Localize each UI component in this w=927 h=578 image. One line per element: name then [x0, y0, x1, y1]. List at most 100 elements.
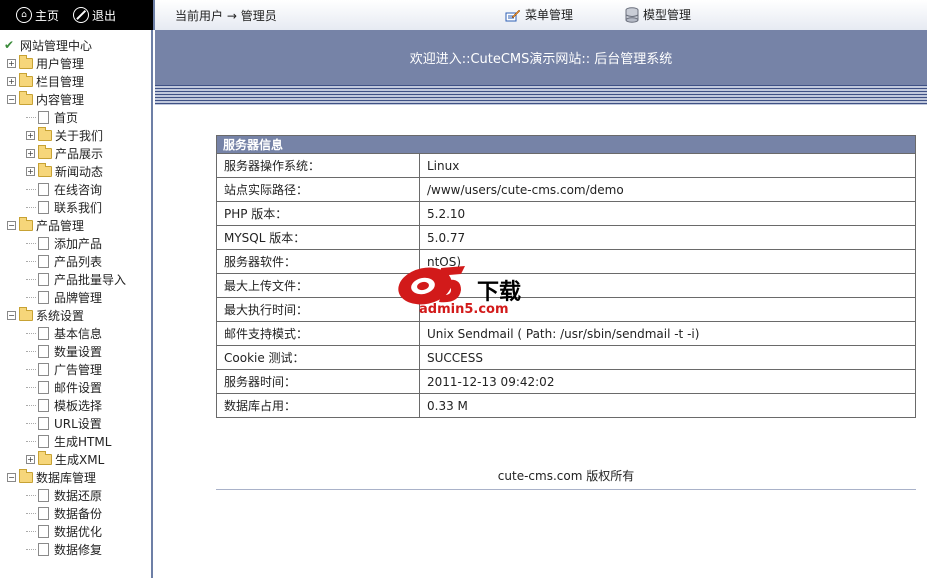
sidebar-item[interactable]: − 数据库管理 [0, 468, 151, 486]
expand-icon[interactable]: + [26, 148, 35, 158]
collapse-icon[interactable]: − [7, 94, 16, 104]
sidebar-item-label: 产品管理 [36, 218, 85, 233]
copyright-footer: cute-cms.com 版权所有 [497, 469, 635, 483]
page-icon [38, 416, 49, 430]
sidebar-item[interactable]: 基本信息 [0, 324, 151, 342]
table-row: 站点实际路径：/www/users/cute-cms.com/demo [216, 177, 916, 202]
sidebar-item[interactable]: − 内容管理 [0, 90, 151, 108]
model-manage-button[interactable]: 模型管理 [625, 6, 691, 23]
sidebar-item[interactable]: − 系统设置 [0, 306, 151, 324]
page-icon [38, 362, 49, 376]
sidebar-item-label: 用户管理 [36, 56, 85, 71]
sidebar-item-label: 数据库管理 [36, 470, 97, 485]
table-row: Cookie 测试： SUCCESS [216, 345, 916, 370]
sidebar-item[interactable]: 添加产品 [0, 234, 151, 252]
sidebar-item[interactable]: + 新闻动态 [0, 162, 151, 180]
sidebar-item[interactable]: 邮件设置 [0, 378, 151, 396]
username: 管理员 [240, 9, 277, 23]
expand-icon[interactable]: + [26, 166, 35, 176]
folder-icon [19, 72, 33, 87]
page-icon [38, 344, 49, 358]
sidebar-item-label: 添加产品 [54, 236, 103, 251]
sidebar-item[interactable]: 产品批量导入 [0, 270, 151, 288]
sidebar-item[interactable]: + 产品展示 [0, 144, 151, 162]
expand-icon[interactable]: + [26, 130, 35, 140]
tree-connector [26, 188, 36, 190]
welcome-text: 欢迎进入::CuteCMS演示网站:: 后台管理系统 [409, 52, 673, 67]
sidebar-item[interactable]: 首页 [0, 108, 151, 126]
tree-connector [26, 368, 36, 370]
tree-connector [26, 548, 36, 550]
page-icon [38, 200, 49, 214]
sidebar-item[interactable]: 品牌管理 [0, 288, 151, 306]
page-icon [38, 506, 49, 520]
tree-root[interactable]: ✔ 网站管理中心 [0, 36, 151, 54]
sidebar-item[interactable]: 数量设置 [0, 342, 151, 360]
tree-connector [26, 530, 36, 532]
model-manage-label: 模型管理 [643, 8, 692, 22]
folder-icon [38, 162, 52, 177]
sidebar-item[interactable]: + 用户管理 [0, 54, 151, 72]
sidebar-item-label: 联系我们 [54, 200, 103, 215]
collapse-icon[interactable]: − [7, 220, 16, 230]
info-key: 服务器操作系统： [216, 153, 420, 178]
info-value [419, 273, 916, 298]
sidebar-item[interactable]: 模板选择 [0, 396, 151, 414]
tree-connector [26, 494, 36, 496]
arrow-icon: → [226, 9, 237, 23]
tree-connector [26, 386, 36, 388]
sidebar-item[interactable]: − 产品管理 [0, 216, 151, 234]
page-icon [38, 272, 49, 286]
page-icon [38, 488, 49, 502]
tree-connector [26, 242, 36, 244]
expand-icon[interactable]: + [26, 454, 35, 464]
home-link[interactable]: ⌂ 主页 [16, 7, 59, 24]
sidebar-item-label: 首页 [54, 110, 79, 125]
sidebar-item[interactable]: + 生成XML [0, 450, 151, 468]
collapse-icon[interactable]: − [7, 310, 16, 320]
sidebar-item[interactable]: 数据还原 [0, 486, 151, 504]
sidebar-item[interactable]: 广告管理 [0, 360, 151, 378]
sidebar-item[interactable]: URL设置 [0, 414, 151, 432]
tree-root-label: 网站管理中心 [20, 38, 93, 53]
sidebar-item[interactable]: 产品列表 [0, 252, 151, 270]
sidebar-item[interactable]: 数据优化 [0, 522, 151, 540]
info-key: 最大执行时间： [216, 297, 420, 322]
expand-icon[interactable]: + [7, 58, 16, 68]
tree-connector [26, 512, 36, 514]
info-key: 最大上传文件： [216, 273, 420, 298]
server-info-table: 服务器信息 服务器操作系统： Linux 站点实际路径：/www/users/cut… [216, 135, 916, 418]
info-key: MYSQL 版本： [216, 225, 420, 250]
expand-icon[interactable]: + [7, 76, 16, 86]
logout-label: 退出 [92, 8, 117, 23]
pencil-icon [505, 9, 521, 21]
sidebar-item[interactable]: + 栏目管理 [0, 72, 151, 90]
sidebar-item-label: 栏目管理 [36, 74, 85, 89]
sidebar-item-label: 产品批量导入 [54, 272, 127, 287]
table-row: 最大上传文件： [216, 273, 916, 298]
sidebar-item[interactable]: 生成HTML [0, 432, 151, 450]
sidebar-item[interactable]: 数据备份 [0, 504, 151, 522]
sidebar-item[interactable]: 在线咨询 [0, 180, 151, 198]
sidebar-item[interactable]: + 关于我们 [0, 126, 151, 144]
nav-tree: ✔ 网站管理中心 + 用户管理 + 栏目管理 − 内容管理首页 + 关于我们 + 产品展示 + 新闻动… [0, 30, 151, 558]
sidebar-item-label: 模板选择 [54, 398, 103, 413]
sidebar-item[interactable]: 数据修复 [0, 540, 151, 558]
folder-icon [38, 126, 52, 141]
tree-connector [26, 404, 36, 406]
sidebar-item-label: 邮件设置 [54, 380, 103, 395]
info-value: 0.33 M [419, 393, 916, 418]
folder-icon [38, 450, 52, 465]
collapse-icon[interactable]: − [7, 472, 16, 482]
info-key: 服务器软件： [216, 249, 420, 274]
info-value: Unix Sendmail ( Path: /usr/sbin/sendmail… [419, 321, 916, 346]
info-key: 服务器时间： [216, 369, 420, 394]
page-icon [38, 182, 49, 196]
sidebar: ✔ 网站管理中心 + 用户管理 + 栏目管理 − 内容管理首页 + 关于我们 + 产品展示 + 新闻动… [0, 30, 153, 578]
logout-link[interactable]: 退出 [73, 7, 116, 24]
sidebar-item-label: URL设置 [54, 416, 102, 431]
database-icon [625, 6, 639, 23]
info-value: Linux [419, 153, 916, 178]
sidebar-item[interactable]: 联系我们 [0, 198, 151, 216]
menu-manage-button[interactable]: 菜单管理 [505, 6, 573, 23]
